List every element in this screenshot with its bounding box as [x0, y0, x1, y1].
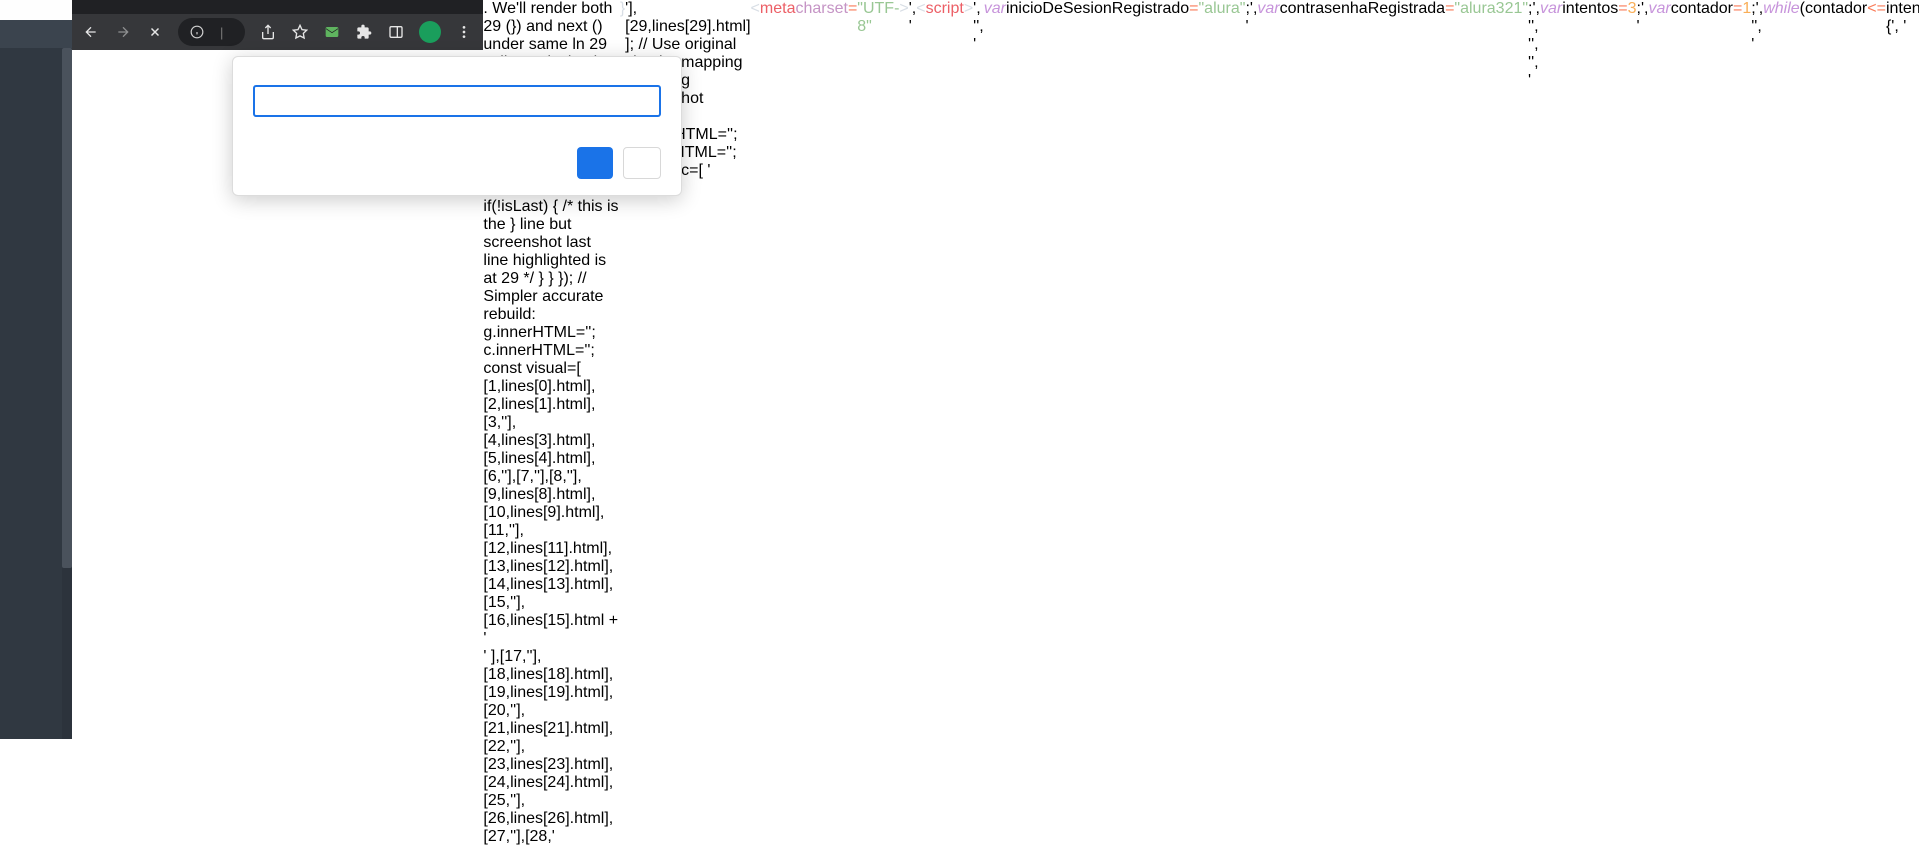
toolbar-right	[259, 21, 473, 43]
vertical-scrollbar[interactable]	[62, 48, 72, 739]
browser-stop-button[interactable]	[146, 23, 164, 41]
menu-bar	[0, 0, 72, 20]
scrollbar-thumb[interactable]	[62, 48, 72, 568]
browser-pane: |	[72, 0, 483, 739]
browser-tabstrip	[72, 0, 483, 14]
browser-page	[72, 50, 483, 739]
dialog-input[interactable]	[253, 85, 661, 117]
extensions-icon[interactable]	[355, 23, 373, 41]
nav-arrows	[0, 26, 46, 42]
browser-toolbar: |	[72, 14, 483, 50]
minimap[interactable]	[0, 52, 66, 152]
dialog-buttons	[253, 147, 661, 179]
sidepanel-icon[interactable]	[387, 23, 405, 41]
profile-avatar[interactable]	[419, 21, 441, 43]
browser-menu-icon[interactable]	[455, 23, 473, 41]
mail-icon[interactable]	[323, 23, 341, 41]
nav-back-button[interactable]	[6, 26, 22, 42]
site-info-icon[interactable]	[190, 25, 210, 39]
bookmark-star-icon[interactable]	[291, 23, 309, 41]
address-separator: |	[220, 25, 223, 40]
browser-forward-button[interactable]	[114, 23, 132, 41]
address-bar[interactable]: |	[178, 18, 245, 46]
tab-row	[0, 20, 72, 48]
dialog-cancel-button[interactable]	[623, 147, 661, 179]
dialog-accept-button[interactable]	[577, 147, 613, 179]
editor-pane	[0, 0, 72, 739]
browser-back-button[interactable]	[82, 23, 100, 41]
editor-body	[0, 48, 72, 739]
share-icon[interactable]	[259, 23, 277, 41]
nav-forward-button[interactable]	[24, 26, 40, 42]
js-prompt-dialog	[232, 56, 682, 196]
